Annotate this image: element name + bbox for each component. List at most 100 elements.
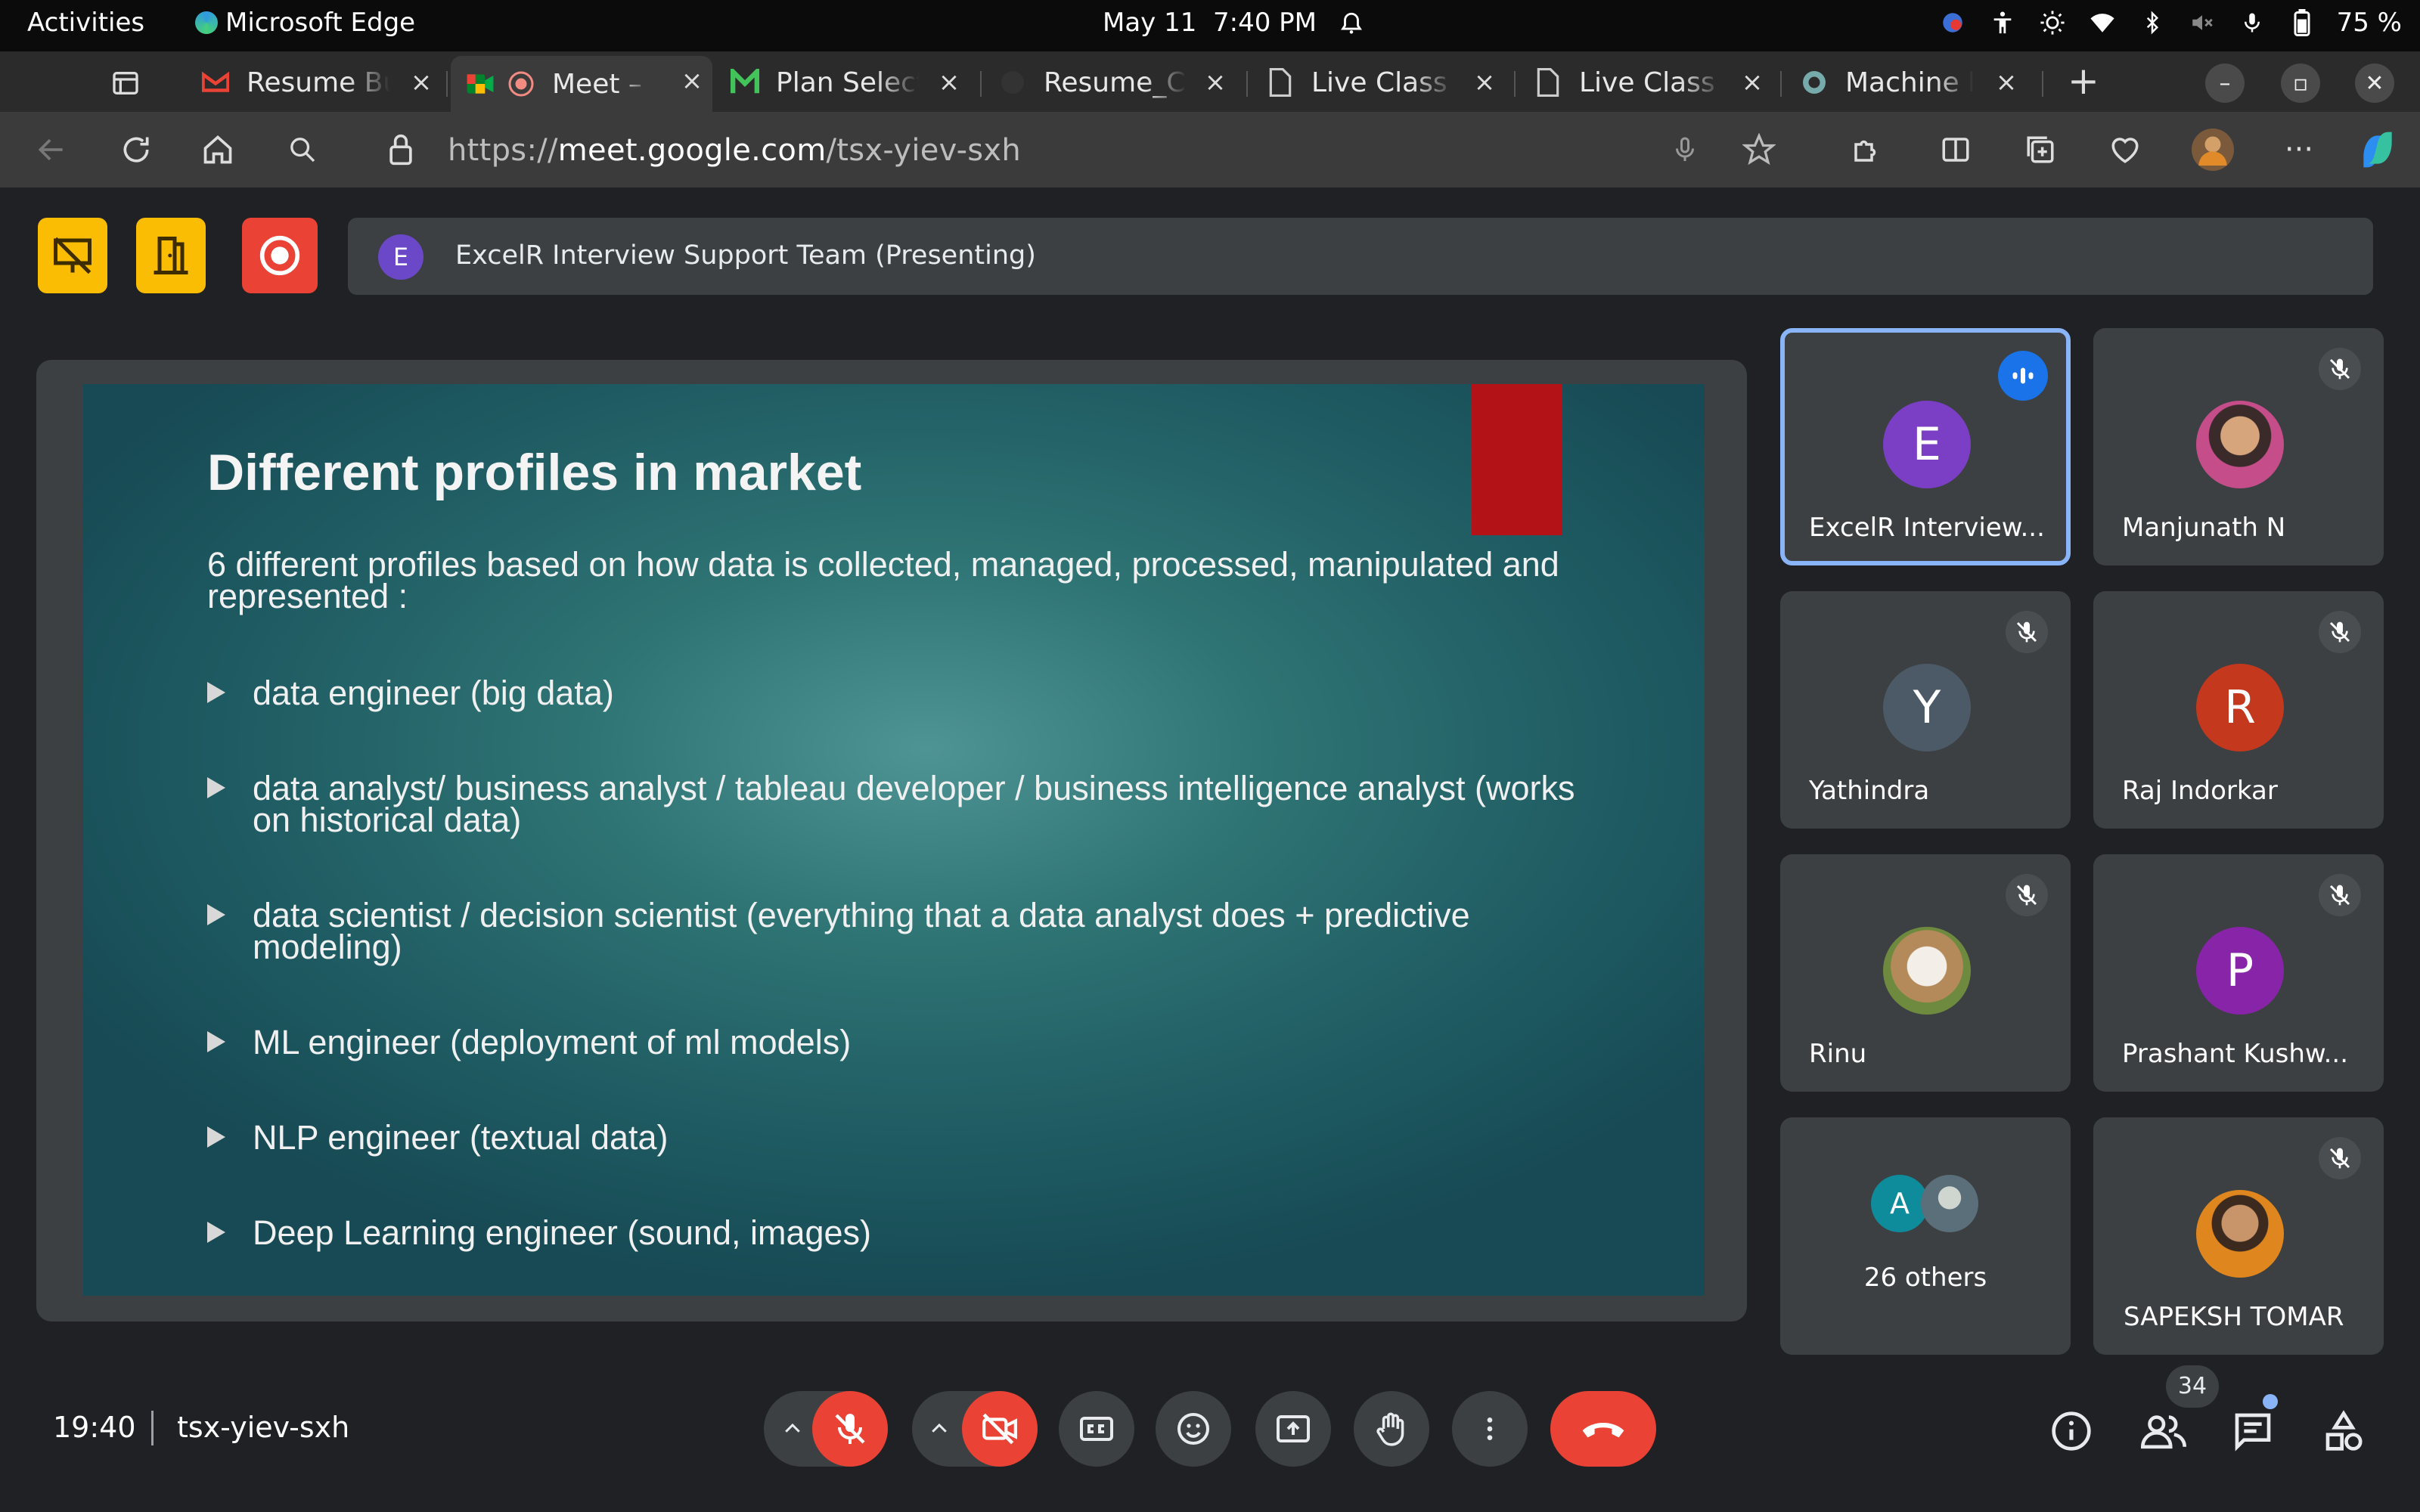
slide-intro: 6 different profiles based on how data i…	[207, 545, 1559, 615]
activities-button[interactable]	[2317, 1405, 2370, 1458]
browser-essentials-icon[interactable]	[2102, 127, 2148, 172]
tab-plan-selection[interactable]: Plan Selection ×	[731, 57, 970, 107]
github-icon	[998, 68, 1027, 97]
leave-call-button[interactable]	[1550, 1391, 1656, 1467]
tab-actions-icon[interactable]	[110, 68, 141, 98]
emoji-icon	[1177, 1413, 1209, 1445]
clock[interactable]: May 11 7:40 PM	[1103, 8, 1317, 38]
tab-meet[interactable]: Meet – tsx-yiev-sxh ×	[451, 56, 712, 112]
participant-name: Raj Indorkar	[2122, 776, 2278, 806]
unread-indicator	[2263, 1394, 2278, 1409]
reload-button[interactable]	[113, 127, 159, 172]
tab-live-class-2[interactable]: Live Class Recording ×	[1534, 57, 1773, 107]
meeting-details-button[interactable]	[2045, 1405, 2098, 1458]
participant-tile[interactable]: R Raj Indorkar	[2093, 591, 2384, 829]
url-host: meet.google.com	[557, 133, 827, 168]
mic-off-icon	[2006, 874, 2048, 916]
tab-separator	[2042, 71, 2043, 97]
screen: Activities Microsoft Edge May 11 7:40 PM…	[0, 0, 2420, 1512]
raise-hand-button[interactable]	[1354, 1391, 1429, 1467]
reactions-button[interactable]	[1156, 1391, 1231, 1467]
participant-name: Rinu	[1809, 1039, 1867, 1069]
address-bar[interactable]: https://meet.google.com/tsx-yiev-sxh	[355, 122, 1815, 177]
edge-icon	[195, 11, 218, 34]
close-icon[interactable]: ×	[408, 70, 434, 95]
audio-options-chevron-up-icon[interactable]	[770, 1406, 815, 1452]
app-menu[interactable]: Microsoft Edge	[195, 8, 415, 38]
tab-label: Meet – tsx-yiev-sxh	[552, 68, 650, 100]
search-button[interactable]	[280, 127, 325, 172]
tab-live-class-1[interactable]: Live Class Recording ×	[1266, 57, 1505, 107]
close-icon[interactable]: ×	[679, 68, 705, 94]
restore-button[interactable]: ▫	[2281, 64, 2320, 103]
avatar	[1883, 927, 1971, 1015]
info-icon	[2052, 1411, 2091, 1451]
tab-machine-learning[interactable]: Machine learning ×	[1800, 57, 2027, 107]
meeting-time: 19:40	[53, 1411, 136, 1444]
end-call-icon	[1582, 1423, 1624, 1438]
m-logo-icon	[731, 68, 759, 97]
lock-icon[interactable]	[386, 133, 416, 166]
tab-label: Resume Builder	[247, 67, 390, 98]
mic-off-icon	[2006, 611, 2048, 653]
back-button[interactable]	[29, 127, 74, 172]
others-tile[interactable]: A 26 others	[1780, 1117, 2071, 1355]
volume-muted-icon	[2187, 8, 2217, 38]
url-text[interactable]: https://meet.google.com/tsx-yiev-sxh	[448, 133, 1021, 168]
participant-tile[interactable]: Rinu	[1780, 854, 2071, 1092]
tab-separator	[1780, 71, 1782, 97]
people-button[interactable]	[2137, 1405, 2190, 1458]
extensions-icon[interactable]	[1844, 127, 1889, 172]
participant-name: Manjunath N	[2122, 513, 2286, 543]
close-window-button[interactable]: ✕	[2355, 64, 2394, 103]
presentation-off-icon	[54, 237, 92, 274]
companion-mode-button[interactable]	[136, 218, 206, 293]
tab-label: Live Class Recording	[1311, 67, 1455, 98]
tab-label: Resume_Clean	[1044, 67, 1187, 98]
camera-toggle-button[interactable]	[962, 1391, 1038, 1467]
favorite-star-icon[interactable]	[1742, 133, 1776, 166]
home-button[interactable]	[195, 127, 240, 172]
participant-tile[interactable]: P Prashant Kushw...	[2093, 854, 2384, 1092]
close-icon[interactable]: ×	[936, 70, 962, 95]
accessibility-icon	[1987, 8, 2018, 38]
page-icon	[1266, 68, 1295, 97]
profile-avatar[interactable]	[2190, 127, 2235, 172]
activities-button[interactable]: Activities	[27, 8, 144, 38]
tab-resume-builder[interactable]: Resume Builder ×	[201, 57, 442, 107]
bullet-arrow-icon	[207, 777, 225, 798]
participant-tile[interactable]: E ExcelR Interview...	[1780, 328, 2071, 565]
participant-tile[interactable]: Manjunath N	[2093, 328, 2384, 565]
openai-icon	[1800, 68, 1829, 97]
collections-icon[interactable]	[2018, 127, 2063, 172]
slide-bullet: ML engineer (deployment of ml models)	[207, 1025, 1584, 1059]
new-tab-button[interactable]: +	[2065, 62, 2102, 101]
recording-button[interactable]	[242, 218, 318, 293]
participant-tile[interactable]: Y Yathindra	[1780, 591, 2071, 829]
avatar: Y	[1883, 664, 1971, 751]
close-icon[interactable]: ×	[1472, 70, 1497, 95]
captions-button[interactable]	[1059, 1391, 1134, 1467]
bullet-text: Deep Learning engineer (sound, images)	[253, 1213, 872, 1252]
bullet-arrow-icon	[207, 682, 225, 703]
video-options-chevron-up-icon[interactable]	[917, 1406, 962, 1452]
system-tray[interactable]: 75 %	[1938, 8, 2402, 38]
chat-button[interactable]	[2226, 1405, 2279, 1458]
present-now-button[interactable]	[1255, 1391, 1331, 1467]
copilot-icon[interactable]	[2355, 127, 2400, 172]
split-screen-icon[interactable]	[1933, 127, 1978, 172]
bluetooth-icon	[2137, 8, 2167, 38]
close-icon[interactable]: ×	[1202, 70, 1228, 95]
presentation-banner[interactable]: E ExcelR Interview Support Team (Present…	[348, 218, 2373, 295]
close-icon[interactable]: ×	[1993, 70, 2019, 95]
more-options-icon[interactable]: ···	[2276, 127, 2322, 172]
voice-search-icon[interactable]	[1671, 135, 1699, 165]
minimize-button[interactable]: –	[2205, 64, 2245, 103]
microphone-toggle-button[interactable]	[812, 1391, 888, 1467]
more-options-button[interactable]	[1452, 1391, 1528, 1467]
participant-tile[interactable]: SAPEKSH TOMAR	[2093, 1117, 2384, 1355]
close-icon[interactable]: ×	[1739, 70, 1765, 95]
activities-shapes-icon	[2325, 1410, 2363, 1451]
host-controls-button[interactable]	[38, 218, 107, 293]
tab-resume-clean[interactable]: Resume_Clean ×	[998, 57, 1236, 107]
